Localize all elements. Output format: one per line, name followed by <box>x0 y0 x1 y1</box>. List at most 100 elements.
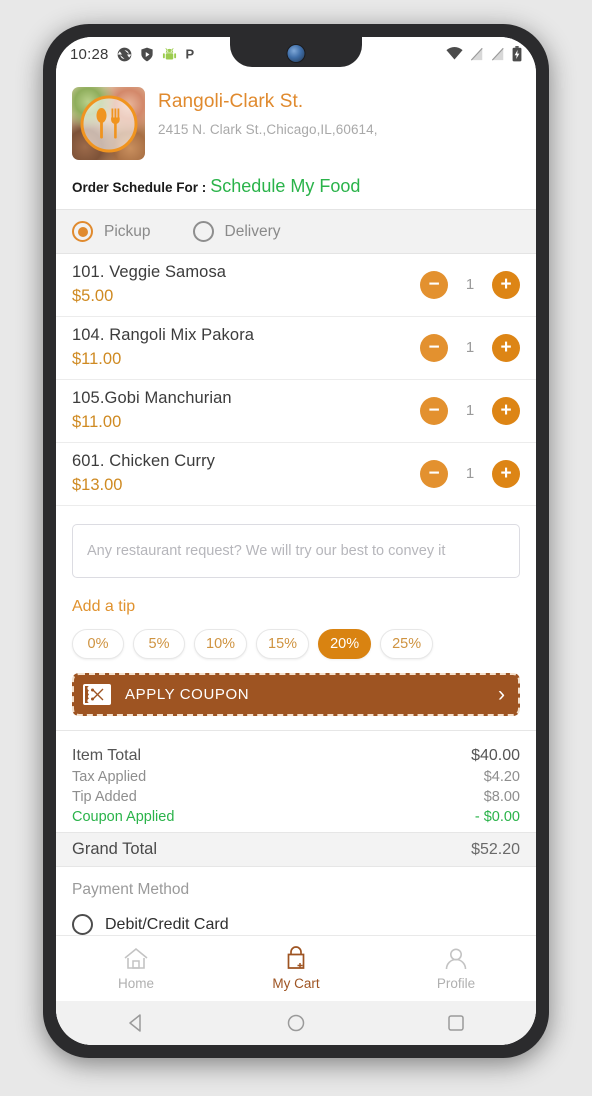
p-app-icon: P <box>185 47 194 62</box>
order-totals: Item Total $40.00 Tax Applied $4.20 Tip … <box>56 730 536 867</box>
status-time: 10:28 <box>70 45 109 63</box>
nav-item-profile[interactable]: Profile <box>376 947 536 991</box>
tip-option-20[interactable]: 20% <box>318 629 372 659</box>
apply-coupon-button[interactable]: APPLY COUPON › <box>72 673 520 716</box>
tip-option-0[interactable]: 0% <box>72 629 124 659</box>
quantity-value: 1 <box>465 339 475 356</box>
phone-screen: 10:28 P Rangoli-Clark St. 2415 N. Clark … <box>56 37 536 1045</box>
back-triangle-icon[interactable] <box>126 1013 146 1033</box>
decrement-button[interactable]: − <box>420 459 448 488</box>
increment-button[interactable]: + <box>492 459 520 488</box>
sync-icon <box>117 47 131 61</box>
total-row-item-total: Item Total $40.00 <box>56 745 536 767</box>
restaurant-name: Rangoli-Clark St. <box>158 91 304 112</box>
tip-title: Add a tip <box>72 598 136 615</box>
grand-total-label: Grand Total <box>72 840 157 858</box>
quantity-stepper: − 1 + <box>420 333 520 362</box>
apply-coupon-label: APPLY COUPON <box>125 686 250 703</box>
svg-text:P: P <box>185 47 194 62</box>
total-value: $40.00 <box>471 747 520 764</box>
pickup-label: Pickup <box>104 222 151 240</box>
total-row-grand-total: Grand Total $52.20 <box>56 832 536 867</box>
order-mode-pickup[interactable]: Pickup <box>72 221 151 242</box>
cart-item-info: 101. Veggie Samosa $5.00 <box>72 263 226 306</box>
tip-option-15[interactable]: 15% <box>256 629 310 659</box>
increment-button[interactable]: + <box>492 270 520 299</box>
signal-off-icon <box>470 47 483 61</box>
recents-square-icon[interactable] <box>446 1013 466 1033</box>
notch <box>230 37 362 67</box>
cart-item-info: 104. Rangoli Mix Pakora $11.00 <box>72 326 254 369</box>
table-row: 101. Veggie Samosa $5.00 − 1 + <box>56 254 536 317</box>
quantity-stepper: − 1 + <box>420 396 520 425</box>
restaurant-request-wrap <box>56 506 536 582</box>
order-schedule-label: Order Schedule For : <box>72 180 207 195</box>
table-row: 601. Chicken Curry $13.00 − 1 + <box>56 443 536 506</box>
status-bar-left: 10:28 P <box>70 46 197 63</box>
cart-item-name: 104. Rangoli Mix Pakora <box>72 326 255 344</box>
debit-credit-card-radio[interactable] <box>72 914 93 935</box>
decrement-button[interactable]: − <box>420 333 448 362</box>
cart-item-name: 105.Gobi Manchurian <box>72 389 232 407</box>
restaurant-header: Rangoli-Clark St. 2415 N. Clark St.,Chic… <box>56 71 536 166</box>
phone-frame: 10:28 P Rangoli-Clark St. 2415 N. Clark … <box>43 24 549 1058</box>
payment-method-title: Payment Method <box>72 881 190 898</box>
nav-label-my-cart: My Cart <box>272 976 320 992</box>
tip-option-10[interactable]: 10% <box>194 629 248 659</box>
quantity-value: 1 <box>465 465 475 482</box>
android-icon <box>162 47 176 59</box>
status-bar-right <box>446 46 522 62</box>
payment-method-section: Payment Method Debit/Credit Card <box>56 867 536 935</box>
signal-off-icon <box>491 47 504 61</box>
battery-charging-icon <box>512 46 522 62</box>
total-label: Item Total <box>72 747 142 764</box>
payment-option-debit-credit-card[interactable]: Debit/Credit Card <box>72 899 520 935</box>
total-label: Tip Added <box>72 789 137 805</box>
total-label: Tax Applied <box>72 769 147 785</box>
nav-item-my-cart[interactable]: My Cart <box>216 946 376 991</box>
nav-label-home: Home <box>117 975 154 991</box>
restaurant-logo <box>72 87 145 160</box>
profile-icon <box>445 948 467 969</box>
android-navigation-bar <box>56 1001 536 1045</box>
home-circle-icon[interactable] <box>286 1013 306 1033</box>
order-mode-delivery[interactable]: Delivery <box>192 221 281 242</box>
coupon-ticket-icon <box>83 684 111 705</box>
restaurant-request-input[interactable] <box>72 524 520 578</box>
schedule-my-food-link[interactable]: Schedule My Food <box>206 176 360 197</box>
tip-options: 0% 5% 10% 15% 20% 25% <box>72 616 520 659</box>
delivery-label: Delivery <box>224 222 281 240</box>
decrement-button[interactable]: − <box>420 270 448 299</box>
tip-option-5[interactable]: 5% <box>133 629 185 659</box>
quantity-value: 1 <box>465 402 475 419</box>
nav-label-profile: Profile <box>436 975 476 991</box>
total-row-tax: Tax Applied $4.20 <box>56 767 536 787</box>
cart-item-name: 101. Veggie Samosa <box>72 263 227 281</box>
quantity-value: 1 <box>465 276 475 293</box>
wifi-icon <box>446 47 463 60</box>
decrement-button[interactable]: − <box>420 396 448 425</box>
pickup-radio[interactable] <box>72 221 93 242</box>
restaurant-address: 2415 N. Clark St.,Chicago,IL,60614, <box>158 122 378 137</box>
total-label: Coupon Applied <box>72 809 175 825</box>
table-row: 105.Gobi Manchurian $11.00 − 1 + <box>56 380 536 443</box>
increment-button[interactable]: + <box>492 396 520 425</box>
table-row: 104. Rangoli Mix Pakora $11.00 − 1 + <box>56 317 536 380</box>
debit-credit-card-label: Debit/Credit Card <box>105 915 229 933</box>
total-value: $4.20 <box>483 769 520 785</box>
tip-option-25[interactable]: 25% <box>380 629 434 659</box>
total-row-tip: Tip Added $8.00 <box>56 787 536 807</box>
cart-icon <box>287 946 305 970</box>
front-camera-icon <box>286 44 306 63</box>
coupon-wrap: APPLY COUPON › <box>56 659 536 716</box>
total-value: $8.00 <box>483 789 520 805</box>
app-content: Rangoli-Clark St. 2415 N. Clark St.,Chic… <box>56 71 536 1045</box>
restaurant-meta: Rangoli-Clark St. 2415 N. Clark St.,Chic… <box>145 87 378 137</box>
delivery-radio[interactable] <box>192 221 214 242</box>
shield-icon <box>140 47 153 61</box>
order-mode-bar: Pickup Delivery <box>56 209 536 254</box>
increment-button[interactable]: + <box>492 333 520 362</box>
cart-item-price: $11.00 <box>72 350 122 368</box>
nav-item-home[interactable]: Home <box>56 947 216 991</box>
cart-item-price: $5.00 <box>72 287 114 305</box>
